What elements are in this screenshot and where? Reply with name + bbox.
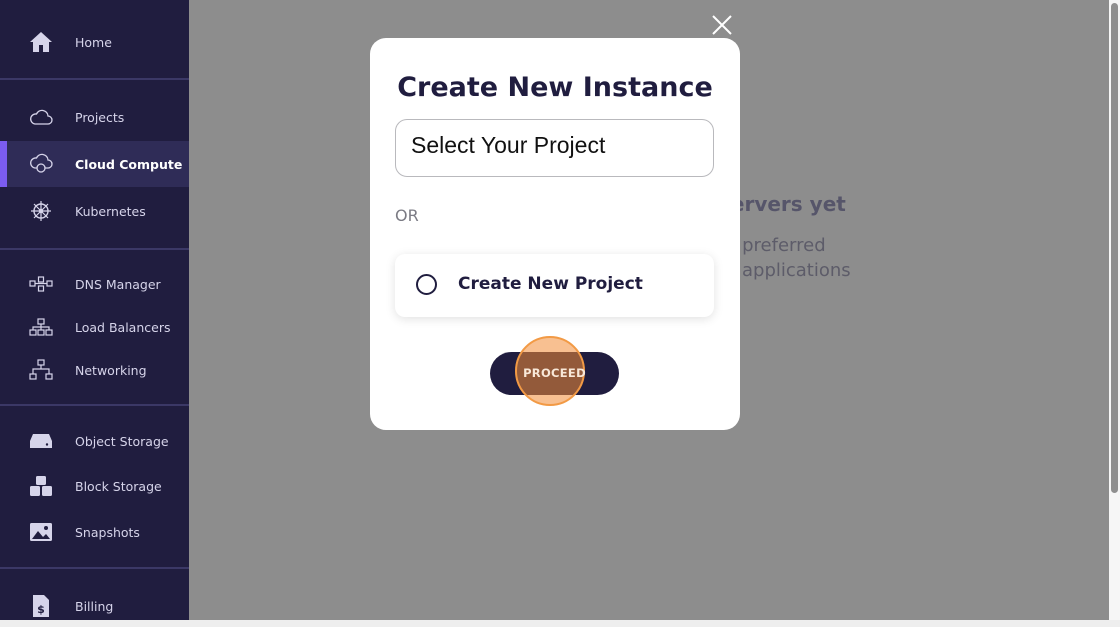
sidebar-divider (0, 78, 189, 80)
sidebar-item-label: Cloud Compute (75, 156, 183, 172)
cloud-compute-icon (28, 151, 54, 177)
sidebar-divider (0, 567, 189, 569)
scrollbar[interactable] (1109, 0, 1120, 620)
object-storage-icon (28, 428, 54, 454)
bottom-strip (0, 620, 1120, 627)
billing-icon: $ (28, 593, 54, 619)
or-separator: OR (395, 206, 419, 225)
sidebar-item-snapshots[interactable]: Snapshots (0, 509, 189, 555)
sidebar-item-label: Billing (75, 598, 114, 614)
sidebar-item-label: DNS Manager (75, 276, 161, 292)
radio-button[interactable] (416, 274, 437, 295)
sidebar-item-label: Snapshots (75, 524, 140, 540)
sidebar-item-label: Home (75, 34, 112, 50)
sidebar-item-dns-manager[interactable]: DNS Manager (0, 261, 189, 307)
sidebar-item-label: Block Storage (75, 478, 162, 494)
create-new-project-option[interactable]: Create New Project (395, 254, 714, 317)
sidebar-item-block-storage[interactable]: Block Storage (0, 463, 189, 509)
close-icon (712, 15, 732, 35)
project-select[interactable]: Select Your Project (395, 119, 714, 177)
block-storage-icon (28, 473, 54, 499)
load-balancer-icon (28, 314, 54, 340)
option-label: Create New Project (458, 274, 643, 294)
scrollbar-thumb[interactable] (1111, 3, 1118, 493)
sidebar-item-kubernetes[interactable]: Kubernetes (0, 188, 189, 234)
empty-state-text: r preferred (729, 235, 826, 256)
sidebar-divider (0, 248, 189, 250)
sidebar: Home Projects Cloud Compute Kubernetes D… (0, 0, 189, 620)
modal-title: Create New Instance (397, 72, 713, 103)
sidebar-item-label: Networking (75, 362, 147, 378)
svg-text:$: $ (37, 603, 45, 616)
create-instance-modal: Create New Instance Select Your Project … (370, 38, 740, 430)
sidebar-item-label: Kubernetes (75, 203, 146, 219)
sidebar-item-networking[interactable]: Networking (0, 347, 189, 393)
sidebar-divider (0, 404, 189, 406)
click-highlight (515, 336, 585, 406)
image-icon (28, 519, 54, 545)
sidebar-item-label: Object Storage (75, 433, 169, 449)
dns-icon (28, 271, 54, 297)
kubernetes-icon (28, 198, 54, 224)
sidebar-item-projects[interactable]: Projects (0, 94, 189, 140)
sidebar-item-label: Projects (75, 109, 125, 125)
close-button[interactable] (711, 14, 733, 36)
sidebar-item-load-balancers[interactable]: Load Balancers (0, 304, 189, 350)
sidebar-item-home[interactable]: Home (0, 19, 189, 65)
network-icon (28, 357, 54, 383)
cloud-icon (28, 104, 54, 130)
sidebar-item-label: Load Balancers (75, 319, 171, 335)
sidebar-item-object-storage[interactable]: Object Storage (0, 418, 189, 464)
sidebar-item-cloud-compute[interactable]: Cloud Compute (0, 141, 189, 187)
home-icon (28, 29, 54, 55)
empty-state-text: applications (742, 260, 851, 281)
project-select-value: Select Your Project (411, 132, 606, 158)
